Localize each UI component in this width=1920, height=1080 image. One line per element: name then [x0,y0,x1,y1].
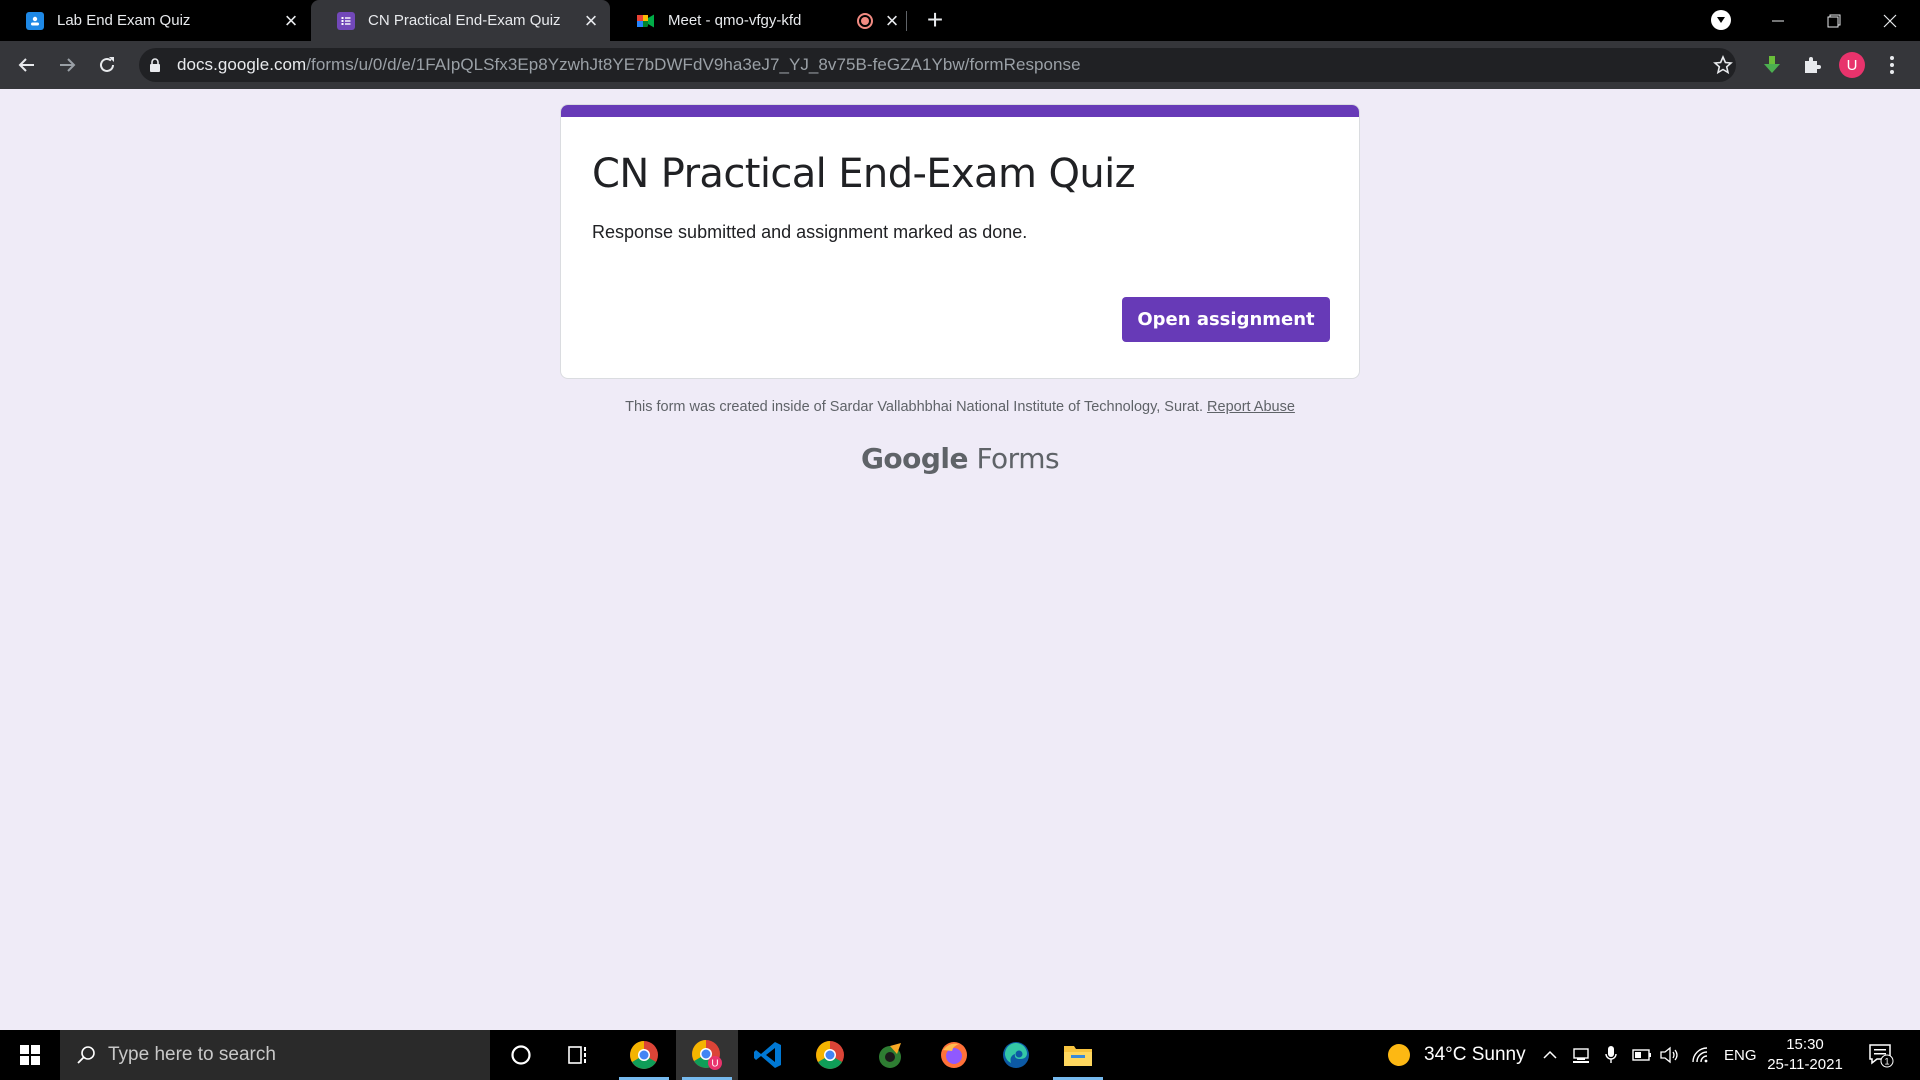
edge-icon[interactable] [985,1030,1047,1080]
footer-text: This form was created inside of Sardar V… [625,399,1203,415]
recording-icon [857,12,873,29]
form-accent-bar [561,105,1359,117]
vscode-icon[interactable] [737,1030,799,1080]
kebab-menu-icon[interactable] [1876,49,1908,81]
tab-separator [906,11,907,31]
close-icon[interactable]: × [580,8,602,33]
chrome-profile-icon[interactable]: U [676,1030,738,1080]
tab-title: Lab End Exam Quiz [57,12,191,29]
restore-button[interactable] [1806,0,1862,41]
brand-google: Google [860,442,969,475]
address-bar[interactable]: docs.google.com/forms/u/0/d/e/1FAIpQLSfx… [139,48,1736,82]
clock-time: 15:30 [1786,1036,1824,1053]
volume-icon[interactable] [1660,1030,1680,1080]
lock-icon[interactable] [149,57,163,73]
forms-icon [337,11,355,30]
search-icon [76,1045,96,1065]
notification-center-icon[interactable]: 1 [1866,1040,1896,1070]
minimize-button[interactable] [1750,0,1806,41]
url-host: docs.google.com [177,55,307,74]
url-path: /forms/u/0/d/e/1FAIpQLSfx3Ep8YzwhJt8YE7b… [306,55,1081,74]
unknown-app-icon[interactable] [861,1030,923,1080]
tab-title: CN Practical End-Exam Quiz [368,12,561,29]
form-confirmation-card: CN Practical End-Exam Quiz Response subm… [560,104,1360,379]
new-tab-button[interactable]: + [920,4,950,35]
battery-icon[interactable] [1632,1030,1652,1080]
task-view-icon[interactable] [548,1030,610,1080]
search-placeholder: Type here to search [108,1044,276,1065]
cortana-icon[interactable] [490,1030,552,1080]
brand-forms: Forms [976,442,1060,475]
svg-text:U: U [711,1059,718,1070]
profile-avatar-button[interactable]: U [1836,49,1868,81]
tab-title: Meet - qmo-vfgy-kfd [668,12,802,29]
report-abuse-link[interactable]: Report Abuse [1207,399,1295,415]
microphone-icon[interactable] [1604,1030,1618,1080]
close-icon[interactable]: × [280,8,302,33]
sun-icon [1388,1044,1410,1066]
taskbar-search-box[interactable]: Type here to search [60,1030,490,1080]
form-title: CN Practical End-Exam Quiz [592,151,1136,197]
wifi-icon[interactable] [1692,1030,1712,1080]
language-indicator[interactable]: ENG [1724,1030,1757,1080]
classroom-icon [26,11,44,30]
show-hidden-icons-button[interactable] [1542,1030,1558,1080]
windows-taskbar: Type here to search U 34°C Sunny ENG 15:… [0,1030,1920,1080]
reload-button[interactable] [91,49,123,81]
tab-meet[interactable]: Meet - qmo-vfgy-kfd × [611,0,911,41]
tab-strip: Lab End Exam Quiz × CN Practical End-Exa… [0,0,1920,41]
download-extension-icon[interactable] [1756,49,1788,81]
taskbar-clock[interactable]: 15:30 25-11-2021 [1760,1035,1850,1075]
google-forms-logo[interactable]: Google Forms [560,442,1360,475]
clock-date: 25-11-2021 [1767,1056,1843,1073]
close-icon[interactable]: × [881,8,903,33]
close-window-button[interactable] [1862,0,1918,41]
extensions-puzzle-icon[interactable] [1796,49,1828,81]
back-button[interactable] [11,49,43,81]
tab-search-icon[interactable] [1711,10,1731,30]
weather-widget[interactable]: 34°C Sunny [1388,1030,1526,1080]
weather-text: 34°C Sunny [1424,1044,1526,1065]
chrome-icon[interactable] [799,1030,861,1080]
avatar: U [1839,52,1865,78]
windows-start-button[interactable] [0,1030,60,1080]
notification-count: 1 [1884,1057,1889,1067]
meet-now-icon[interactable] [1572,1030,1590,1080]
meet-icon [637,12,655,30]
bookmark-star-icon[interactable] [1707,49,1739,81]
forward-button[interactable] [51,49,83,81]
browser-toolbar: docs.google.com/forms/u/0/d/e/1FAIpQLSfx… [0,41,1920,89]
file-explorer-icon[interactable] [1047,1030,1109,1080]
open-assignment-button[interactable]: Open assignment [1122,297,1330,342]
chrome-icon[interactable] [613,1030,675,1080]
form-footer-note: This form was created inside of Sardar V… [560,399,1360,415]
firefox-icon[interactable] [923,1030,985,1080]
confirmation-message: Response submitted and assignment marked… [592,222,1028,242]
tab-cn-practical-quiz[interactable]: CN Practical End-Exam Quiz × [311,0,610,41]
url-text: docs.google.com/forms/u/0/d/e/1FAIpQLSfx… [177,55,1081,75]
tab-lab-end-exam-quiz[interactable]: Lab End Exam Quiz × [0,0,310,41]
